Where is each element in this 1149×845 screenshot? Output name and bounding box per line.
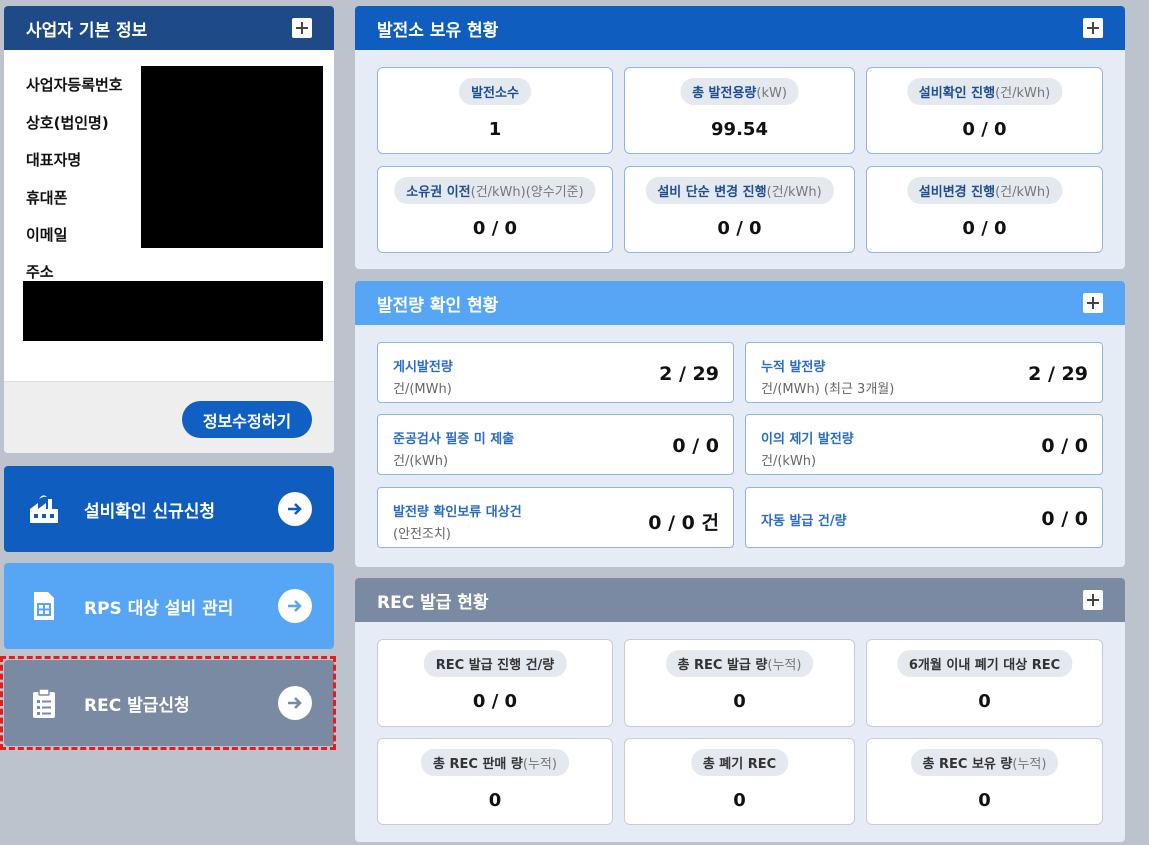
- gen-card-sub: 건/(MWh): [393, 382, 452, 397]
- rps-facility-manage-tile[interactable]: RPS 대상 설비 관리: [4, 563, 334, 649]
- arrow-right-icon[interactable]: [278, 492, 312, 526]
- factory-icon: [26, 491, 62, 527]
- gen-card-title: 발전량 확인보류 대상건: [393, 505, 522, 520]
- gen-card-sub: 건/(kWh): [761, 454, 817, 469]
- gen-card-objection[interactable]: 이의 제기 발전량 건/(kWh) 0 / 0: [745, 414, 1103, 475]
- facility-cert-apply-tile[interactable]: 설비확인 신규신청: [4, 466, 334, 552]
- stat-card-total-capacity[interactable]: 총 발전용량(kW) 99.54: [624, 67, 855, 154]
- stat-label: 총 발전용량(kW): [680, 78, 799, 105]
- rec-card-disposal-6m[interactable]: 6개월 이내 폐기 대상 REC 0: [866, 639, 1103, 727]
- gen-card-posted[interactable]: 게시발전량 건/(MWh) 2 / 29: [377, 342, 734, 403]
- rec-issuance-title: REC 발급 현황: [377, 592, 489, 613]
- label-representative: 대표자명: [26, 151, 82, 169]
- rec-card-issue-progress[interactable]: REC 발급 진행 건/량 0 / 0: [377, 639, 613, 727]
- rec-issue-apply-tile[interactable]: REC 발급신청: [4, 660, 334, 746]
- redacted-address-block: [23, 281, 323, 341]
- stat-label: 설비 단순 변경 진행(건/kWh): [645, 177, 834, 204]
- arrow-right-icon[interactable]: [278, 686, 312, 720]
- plus-icon[interactable]: [292, 18, 312, 38]
- stat-value: 0 / 0: [472, 218, 518, 239]
- rec-card-total-sold[interactable]: 총 REC 판매 량(누적) 0: [377, 738, 613, 825]
- label-business-number: 사업자등록번호: [26, 76, 123, 94]
- stat-label: 발전소수: [459, 78, 531, 105]
- stat-value: 0 / 0: [717, 218, 762, 239]
- generation-check-panel: 발전량 확인 현황 게시발전량 건/(MWh) 2 / 29 누적 발전량 건/…: [355, 281, 1125, 567]
- edit-info-button[interactable]: 정보수정하기: [182, 401, 312, 438]
- rec-issuance-panel: REC 발급 현황 REC 발급 진행 건/량 0 / 0 총 REC 발급 량…: [355, 578, 1125, 842]
- rec-card-value: 0: [978, 691, 991, 712]
- label-company-name: 상호(법인명): [26, 114, 109, 132]
- gen-card-cumulative[interactable]: 누적 발전량 건/(MWh) (최근 3개월) 2 / 29: [745, 342, 1103, 403]
- gen-card-sub: 건/(kWh): [393, 454, 449, 469]
- gen-card-value: 2 / 29: [1028, 363, 1088, 385]
- arrow-right-icon[interactable]: [278, 589, 312, 623]
- gen-card-title: 이의 제기 발전량: [761, 432, 854, 447]
- plus-icon[interactable]: [1083, 18, 1103, 38]
- plus-icon[interactable]: [1083, 590, 1103, 610]
- stat-card-facility-change[interactable]: 설비변경 진행(건/kWh) 0 / 0: [866, 166, 1103, 253]
- redacted-info-block: [141, 66, 323, 248]
- generation-check-title: 발전량 확인 현황: [377, 295, 499, 316]
- rec-card-label: 총 REC 발급 량(누적): [665, 650, 814, 677]
- gen-card-title: 자동 발급 건/량: [761, 514, 847, 529]
- rec-card-total-held[interactable]: 총 REC 보유 량(누적) 0: [866, 738, 1103, 825]
- rec-card-label: 총 폐기 REC: [690, 749, 789, 776]
- gen-card-value: 0 / 0: [1041, 435, 1088, 457]
- rec-card-label: REC 발급 진행 건/량: [423, 650, 567, 677]
- rec-card-value: 0 / 0: [472, 691, 518, 712]
- stat-value: 0 / 0: [962, 119, 1007, 140]
- rec-card-total-issued[interactable]: 총 REC 발급 량(누적) 0: [624, 639, 855, 727]
- document-icon: [26, 588, 62, 624]
- rec-card-label: 6개월 이내 폐기 대상 REC: [896, 650, 1073, 677]
- rec-issue-apply-label: REC 발급신청: [84, 695, 190, 716]
- gen-card-value: 0 / 0: [672, 435, 719, 457]
- plus-icon[interactable]: [1083, 293, 1103, 313]
- stat-card-plant-count[interactable]: 발전소수 1: [377, 67, 613, 154]
- facility-cert-apply-label: 설비확인 신규신청: [84, 501, 216, 522]
- plant-ownership-header: 발전소 보유 현황: [355, 6, 1125, 50]
- gen-card-title: 게시발전량: [393, 360, 453, 375]
- rec-card-label: 총 REC 판매 량(누적): [421, 749, 569, 776]
- business-info-header: 사업자 기본 정보: [4, 6, 334, 50]
- gen-card-value: 0 / 0: [1041, 508, 1088, 530]
- rps-facility-manage-label: RPS 대상 설비 관리: [84, 598, 234, 619]
- gen-card-value: 2 / 29: [659, 363, 719, 385]
- business-info-body: 사업자등록번호 상호(법인명) 대표자명 휴대폰 이메일 주소: [4, 50, 334, 381]
- stat-label: 설비변경 진행(건/kWh): [906, 177, 1063, 204]
- plant-ownership-title: 발전소 보유 현황: [377, 20, 499, 41]
- rec-card-label: 총 REC 보유 량(누적): [910, 749, 1059, 776]
- stat-card-facility-cert-progress[interactable]: 설비확인 진행(건/kWh) 0 / 0: [866, 67, 1103, 154]
- gen-card-title: 준공검사 필증 미 제출: [393, 432, 515, 447]
- gen-card-sub: (안전조치): [393, 527, 451, 542]
- gen-card-hold[interactable]: 발전량 확인보류 대상건 (안전조치) 0 / 0 건: [377, 487, 734, 548]
- stat-card-ownership-transfer[interactable]: 소유권 이전(건/kWh)(양수기준) 0 / 0: [377, 166, 613, 253]
- clipboard-icon: [26, 685, 62, 721]
- generation-check-header: 발전량 확인 현황: [355, 281, 1125, 325]
- business-info-panel: 사업자 기본 정보 사업자등록번호 상호(법인명) 대표자명 휴대폰 이메일 주…: [4, 6, 334, 453]
- stat-card-simple-change[interactable]: 설비 단순 변경 진행(건/kWh) 0 / 0: [624, 166, 855, 253]
- rec-card-value: 0: [978, 790, 991, 811]
- rec-card-total-disposed[interactable]: 총 폐기 REC 0: [624, 738, 855, 825]
- label-email: 이메일: [26, 226, 68, 244]
- business-info-footer: 정보수정하기: [4, 381, 334, 453]
- gen-card-inspection-missing[interactable]: 준공검사 필증 미 제출 건/(kWh) 0 / 0: [377, 414, 734, 475]
- rec-issuance-header: REC 발급 현황: [355, 578, 1125, 622]
- stat-label: 소유권 이전(건/kWh)(양수기준): [394, 177, 596, 204]
- gen-card-sub: 건/(MWh) (최근 3개월): [761, 382, 895, 397]
- label-address: 주소: [26, 263, 54, 281]
- stat-label: 설비확인 진행(건/kWh): [906, 78, 1063, 105]
- plant-ownership-panel: 발전소 보유 현황 발전소수 1 총 발전용량(kW) 99.54 설비확인 진…: [355, 6, 1125, 269]
- stat-value: 1: [488, 119, 502, 140]
- stat-value: 99.54: [711, 119, 768, 140]
- business-info-title: 사업자 기본 정보: [26, 20, 148, 41]
- label-phone: 휴대폰: [26, 189, 68, 207]
- gen-card-value: 0 / 0 건: [648, 512, 719, 534]
- stat-value: 0 / 0: [962, 218, 1007, 239]
- rec-card-value: 0: [488, 790, 502, 811]
- rec-card-value: 0: [733, 691, 746, 712]
- rec-card-value: 0: [733, 790, 746, 811]
- gen-card-auto-issue[interactable]: 자동 발급 건/량 0 / 0: [745, 487, 1103, 548]
- gen-card-title: 누적 발전량: [761, 360, 826, 375]
